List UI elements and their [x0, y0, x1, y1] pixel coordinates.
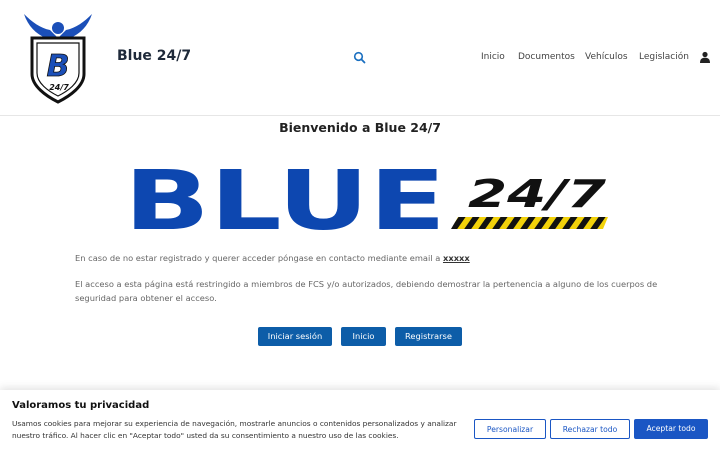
page-title: Bienvenido a Blue 24/7 — [279, 120, 441, 135]
site-title[interactable]: Blue 24/7 — [117, 48, 191, 64]
nav-inicio[interactable]: Inicio — [481, 52, 505, 62]
cookie-customize-button[interactable]: Personalizar — [474, 419, 546, 439]
cookie-reject-button[interactable]: Rechazar todo — [550, 419, 630, 439]
nav-vehiculos[interactable]: Vehículos — [585, 52, 628, 62]
svg-text:BLUE: BLUE — [124, 165, 446, 235]
svg-text:B: B — [47, 49, 70, 84]
cookie-accept-button[interactable]: Aceptar todo — [634, 419, 708, 439]
eagle-shield-logo[interactable]: B 24/7 — [22, 8, 94, 104]
nav-legislacion[interactable]: Legislación — [639, 52, 689, 62]
login-button[interactable]: Iniciar sesión — [258, 327, 332, 346]
svg-text:24/7: 24/7 — [49, 83, 69, 92]
site-header: B 24/7 Blue 24/7 Inicio Documentos Vehíc… — [0, 0, 720, 116]
cookie-title: Valoramos tu privacidad — [12, 400, 150, 411]
contact-paragraph: En caso de no estar registrado y querer … — [75, 253, 470, 263]
blue-247-banner: BLUE 24/7 — [124, 165, 608, 235]
register-button[interactable]: Registrarse — [395, 327, 462, 346]
search-icon[interactable] — [352, 50, 368, 66]
contact-email-link[interactable]: xxxxx — [443, 253, 470, 263]
restricted-paragraph: El acceso a esta página está restringido… — [75, 279, 658, 303]
nav-documentos[interactable]: Documentos — [518, 52, 575, 62]
user-icon[interactable] — [699, 51, 711, 63]
cookie-text: Usamos cookies para mejorar su experienc… — [12, 419, 457, 440]
home-button[interactable]: Inicio — [341, 327, 386, 346]
svg-text:24/7: 24/7 — [468, 172, 607, 216]
